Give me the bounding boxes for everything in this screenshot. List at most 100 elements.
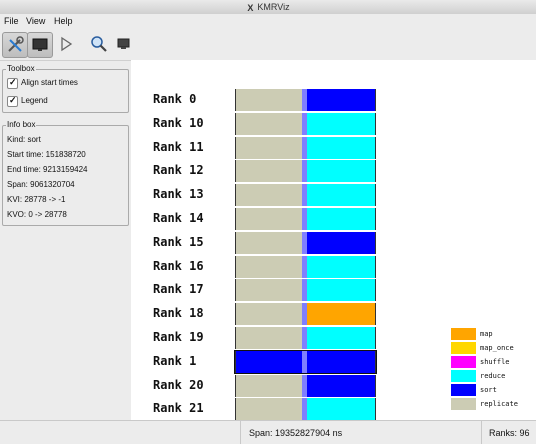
border-segment <box>375 112 376 135</box>
rank-row[interactable] <box>235 208 376 230</box>
align-start-times-checkbox[interactable]: ✓ <box>7 77 18 89</box>
toolbox-group: Toolbox ✓ Align start times ✓ Legend <box>2 64 129 113</box>
legend-label: map <box>480 330 493 338</box>
rank-label: Rank 18 <box>153 306 204 321</box>
status-bar: Span: 19352827904 ns Ranks: 96 <box>0 420 536 444</box>
border-segment <box>375 279 376 302</box>
border-segment <box>375 184 376 207</box>
replicate-segment <box>236 279 302 302</box>
reduce-segment <box>307 255 375 278</box>
rank-label: Rank 12 <box>153 163 204 178</box>
status-separator <box>240 421 241 444</box>
replicate-segment <box>236 327 302 349</box>
rank-row[interactable] <box>235 231 376 254</box>
reduce-segment <box>307 279 375 302</box>
rank-row[interactable] <box>235 327 376 349</box>
legend-checkbox[interactable]: ✓ <box>7 95 18 107</box>
replicate-segment <box>236 231 302 254</box>
info-kvo: KVO: 0 -> 28778 <box>7 210 67 219</box>
replicate-segment <box>236 89 302 111</box>
reduce-segment <box>307 208 375 230</box>
replicate-segment <box>236 303 302 326</box>
rank-row[interactable] <box>235 303 376 326</box>
rank-label: Rank 19 <box>153 330 204 344</box>
border-segment <box>375 160 376 183</box>
replicate-segment <box>236 374 302 397</box>
replicate-segment <box>236 160 302 183</box>
replicate-segment <box>236 255 302 278</box>
legend-label: shuffle <box>480 358 510 366</box>
x11-icon: X <box>247 3 254 13</box>
rank-label: Rank 21 <box>153 401 204 416</box>
tools-button[interactable] <box>2 32 28 58</box>
rank-row[interactable] <box>235 89 376 111</box>
rank-label: Rank 13 <box>153 187 204 202</box>
replicate-segment <box>236 136 302 159</box>
rank-row[interactable] <box>234 349 377 374</box>
timeline-canvas[interactable]: Rank 0 Rank 10 Rank 11 Rank 12 Rank 13 Rank 1… <box>131 60 536 420</box>
play-icon <box>61 36 73 52</box>
border-segment <box>375 208 376 230</box>
rank-row[interactable] <box>235 184 376 207</box>
border-segment <box>375 89 376 111</box>
legend-label: Legend <box>21 96 48 105</box>
info-end-time: End time: 9213159424 <box>7 165 88 174</box>
sort-segment <box>236 350 302 373</box>
reduce-segment <box>307 184 375 207</box>
info-kvi: KVI: 28778 -> -1 <box>7 195 66 204</box>
reduce-segment <box>307 136 375 159</box>
replicate-segment <box>236 112 302 135</box>
check-icon: ✓ <box>9 95 17 105</box>
zoom-button[interactable] <box>87 32 111 56</box>
sort-segment <box>307 374 375 397</box>
legend-label: reduce <box>480 372 506 380</box>
monitor-button[interactable] <box>27 32 53 58</box>
rank-label: Rank 1 <box>153 353 197 368</box>
rank-label: Rank 15 <box>153 234 204 249</box>
monitor-icon <box>32 38 48 51</box>
menu-help[interactable]: Help <box>54 15 73 27</box>
border-segment <box>375 374 376 397</box>
toolbox-title: Toolbox <box>6 64 36 73</box>
map-segment <box>307 303 375 326</box>
menu-view[interactable]: View <box>26 15 45 27</box>
rank-row[interactable] <box>235 279 376 302</box>
status-span: Span: 19352827904 ns <box>249 428 343 438</box>
border-segment <box>375 350 376 373</box>
rank-label: Rank 14 <box>153 211 204 225</box>
legend-label: replicate <box>480 400 518 408</box>
rank-row[interactable] <box>235 160 376 183</box>
rank-row[interactable] <box>235 136 376 159</box>
reduce-segment <box>307 112 375 135</box>
screen-button[interactable] <box>112 32 136 56</box>
rank-label: Rank 17 <box>153 282 204 297</box>
toolbar <box>0 29 536 61</box>
rank-row[interactable] <box>235 398 376 420</box>
reduce-segment <box>307 398 375 420</box>
title-bar: X KMRViz <box>0 0 536 15</box>
play-button[interactable] <box>54 32 78 56</box>
reduce-segment <box>307 160 375 183</box>
rank-row[interactable] <box>235 374 376 397</box>
status-separator <box>481 421 482 444</box>
tools-icon <box>8 36 24 52</box>
magnifier-icon <box>91 36 107 52</box>
legend-swatch <box>451 398 476 410</box>
border-segment <box>375 255 376 278</box>
sort-segment <box>307 231 375 254</box>
rank-label: Rank 0 <box>153 92 197 106</box>
menu-file[interactable]: File <box>4 15 19 27</box>
info-box-title: Info box <box>6 120 37 129</box>
replicate-segment <box>236 184 302 207</box>
legend-label: sort <box>480 386 497 394</box>
legend-swatch <box>451 342 476 354</box>
window-title: KMRViz <box>257 2 290 12</box>
replicate-segment <box>236 208 302 230</box>
legend-swatch <box>451 328 476 340</box>
align-start-times-label: Align start times <box>21 78 78 87</box>
rank-row[interactable] <box>235 255 376 278</box>
status-ranks: Ranks: 96 <box>489 428 530 438</box>
rank-label: Rank 16 <box>153 258 204 273</box>
rank-row[interactable] <box>235 112 376 135</box>
border-segment <box>375 231 376 254</box>
